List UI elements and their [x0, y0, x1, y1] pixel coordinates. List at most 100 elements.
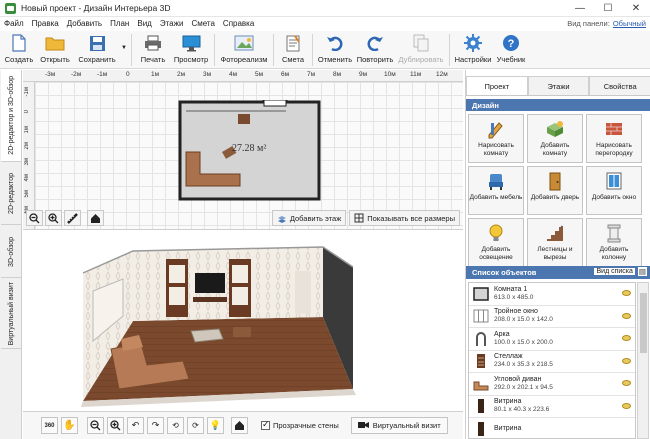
- pan-button[interactable]: ✋: [61, 417, 78, 434]
- menu-edit[interactable]: Правка: [28, 19, 63, 28]
- home-view-button[interactable]: [87, 210, 104, 226]
- undo-button[interactable]: Отменить: [316, 31, 354, 69]
- object-list[interactable]: Комната 1 613.0 x 485.0 Тройное окно 208…: [468, 282, 636, 439]
- rotate-right-button[interactable]: ↷: [147, 417, 164, 434]
- list-item[interactable]: Витрина: [469, 418, 635, 438]
- visibility-eye-icon[interactable]: [622, 357, 631, 364]
- zoom-out-button[interactable]: [26, 210, 43, 226]
- settings-label: Настройки: [454, 55, 492, 64]
- virtual-visit-button[interactable]: Виртуальный визит: [350, 417, 448, 434]
- add-window-button[interactable]: Добавить окно: [586, 166, 642, 215]
- add-column-button[interactable]: Добавить колонну: [586, 218, 642, 267]
- menu-floors[interactable]: Этажи: [156, 19, 188, 28]
- add-furniture-button[interactable]: Добавить мебель: [468, 166, 524, 215]
- room-area-label: 27.28 м²: [232, 143, 267, 154]
- lighting-button[interactable]: 💡: [207, 417, 224, 434]
- draw-room-button[interactable]: Нарисовать комнату: [468, 114, 524, 163]
- maximize-button[interactable]: ☐: [594, 0, 622, 17]
- visibility-eye-icon[interactable]: [622, 380, 631, 386]
- measure-button[interactable]: [64, 210, 81, 226]
- save-dropdown[interactable]: ▼: [120, 31, 128, 69]
- visibility-eye-icon[interactable]: [622, 312, 631, 319]
- list-item[interactable]: Угловой диван 292.0 x 202.1 x 94.5: [469, 373, 635, 396]
- menu-estimate[interactable]: Смета: [187, 19, 218, 28]
- ruler-mark: 12м: [436, 71, 448, 78]
- help-icon: ?: [501, 34, 521, 52]
- list-item[interactable]: Витрина 80.1 x 40.3 x 223.6: [469, 396, 635, 418]
- minimize-button[interactable]: —: [566, 0, 594, 17]
- room-3d-render[interactable]: [23, 231, 463, 411]
- stairs-button[interactable]: Лестницы и вырезы: [527, 218, 583, 267]
- zoom-out-3d-button[interactable]: [87, 417, 104, 434]
- zoom-in-button[interactable]: [45, 210, 62, 226]
- list-item[interactable]: Тройное окно 208.0 x 15.0 x 142.0: [469, 306, 635, 328]
- tab-floors[interactable]: Этажи: [527, 76, 590, 95]
- draw-partition-button[interactable]: Нарисовать перегородку: [586, 114, 642, 163]
- list-item[interactable]: Стеллаж 234.0 x 35.3 x 218.5: [469, 351, 635, 373]
- zoom-out-icon: [90, 420, 101, 431]
- add-floor-button[interactable]: Добавить этаж: [271, 210, 347, 226]
- visibility-eye-icon[interactable]: [622, 402, 631, 409]
- show-sizes-button[interactable]: Показывать все размеры: [349, 210, 460, 226]
- ruler-left: -1м 0 1м 2м 3м 4м 5м 6м: [23, 82, 35, 229]
- add-lighting-button[interactable]: Добавить освещение: [468, 218, 524, 267]
- tab-2d-and-3d[interactable]: 2D-редактор и 3D-обзор: [1, 70, 21, 162]
- settings-button[interactable]: Настройки: [453, 31, 493, 69]
- scroll-thumb[interactable]: [640, 293, 647, 353]
- list-item[interactable]: Комната 1 613.0 x 485.0: [469, 283, 635, 306]
- window-title: Новый проект - Дизайн Интерьера 3D: [21, 3, 171, 13]
- save-button[interactable]: Сохранить: [74, 31, 120, 69]
- tab-project[interactable]: Проект: [466, 76, 528, 95]
- tab-properties[interactable]: Свойства: [589, 76, 650, 95]
- editor-2d[interactable]: -3м -2м -1м 0 1м 2м 3м 4м 5м 6м 7м 8м 9м…: [23, 70, 463, 230]
- transparent-walls-checkbox[interactable]: Прозрачные стены: [261, 419, 339, 430]
- rotate-left-button[interactable]: ↶: [127, 417, 144, 434]
- zoom-in-3d-button[interactable]: [107, 417, 124, 434]
- rotate-360-button[interactable]: 360: [41, 417, 58, 434]
- photorealism-button[interactable]: Фотореализм: [218, 31, 270, 69]
- tab-2d-and-3d-label: 2D-редактор и 3D-обзор: [7, 76, 15, 155]
- draw-partition-label: Нарисовать перегородку: [595, 142, 633, 157]
- tab-virtual-visit[interactable]: Виртуальный визит: [1, 279, 21, 349]
- add-window-label: Добавить окно: [591, 194, 637, 201]
- orbit-up-button[interactable]: ⟲: [167, 417, 184, 434]
- close-button[interactable]: ✕: [622, 0, 650, 17]
- toolbar-separator: [273, 34, 274, 66]
- hand-icon: ✋: [63, 420, 76, 431]
- menu-help[interactable]: Справка: [219, 19, 258, 28]
- view-3d[interactable]: [23, 231, 463, 411]
- redo-button[interactable]: Повторить: [354, 31, 396, 69]
- home-3d-button[interactable]: [231, 417, 248, 434]
- open-button[interactable]: Открыть: [36, 31, 74, 69]
- add-floor-icon: [277, 213, 287, 223]
- tutorial-button[interactable]: ? Учебник: [493, 31, 529, 69]
- sofa-thumb-icon: [472, 375, 490, 393]
- preview-button[interactable]: Просмотр: [171, 31, 211, 69]
- object-list-scrollbar[interactable]: [637, 282, 649, 439]
- menu-add[interactable]: Добавить: [63, 19, 106, 28]
- tab-3d-view[interactable]: 3D-обзор: [1, 226, 21, 278]
- print-button[interactable]: Печать: [135, 31, 171, 69]
- create-button[interactable]: Создать: [2, 31, 36, 69]
- add-room-button[interactable]: Добавить комнату: [527, 114, 583, 163]
- list-view-toggle[interactable]: Вид списка ▤: [594, 267, 647, 276]
- ruler-top: -3м -2м -1м 0 1м 2м 3м 4м 5м 6м 7м 8м 9м…: [23, 70, 463, 82]
- tab-2d-editor[interactable]: 2D-редактор: [1, 163, 21, 225]
- ruler-mark: -2м: [71, 71, 82, 78]
- visibility-eye-icon[interactable]: [622, 335, 631, 341]
- duplicate-button[interactable]: Дублировать: [396, 31, 446, 69]
- visibility-eye-icon[interactable]: [622, 290, 631, 296]
- orbit-down-button[interactable]: ⟳: [187, 417, 204, 434]
- estimate-button[interactable]: Смета: [277, 31, 309, 69]
- menu-plan[interactable]: План: [106, 19, 133, 28]
- ruler-mark: 4м: [24, 174, 30, 182]
- create-label: Создать: [4, 55, 34, 64]
- add-door-button[interactable]: Добавить дверь: [527, 166, 583, 215]
- panel-view-link[interactable]: Обычный: [613, 19, 646, 28]
- menu-file[interactable]: Файл: [0, 19, 28, 28]
- redo-label: Повторить: [356, 55, 394, 64]
- checkbox-checked[interactable]: [261, 419, 270, 430]
- ruler-mark: -1м: [97, 71, 108, 78]
- menu-view[interactable]: Вид: [133, 19, 155, 28]
- list-item[interactable]: Арка 100.0 x 15.0 x 200.0: [469, 328, 635, 351]
